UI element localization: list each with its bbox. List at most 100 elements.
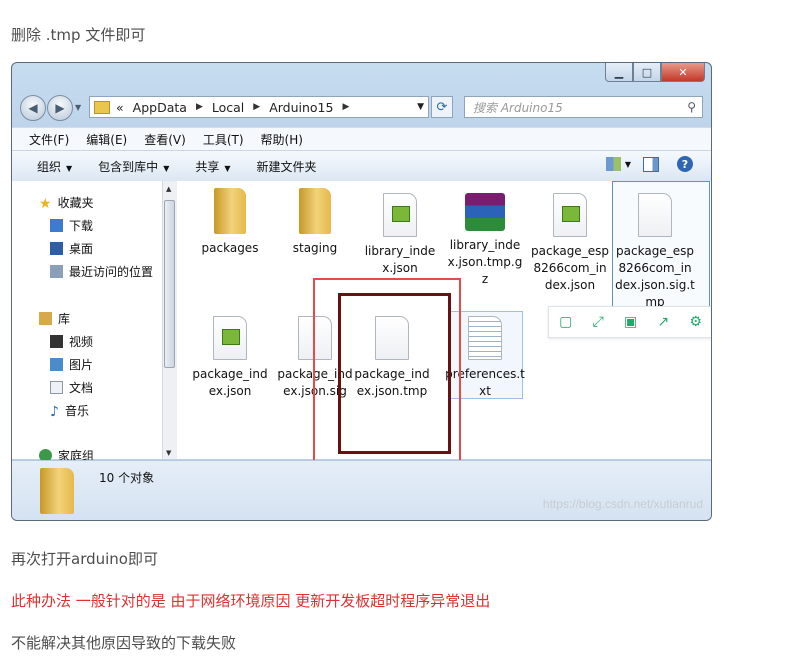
library-icon (39, 312, 52, 325)
blank-file-icon (638, 193, 672, 237)
nav-favorites[interactable]: ★ 收藏夹 (39, 194, 94, 212)
nav-videos[interactable]: 视频 (50, 333, 93, 350)
search-placeholder: 搜索 Arduino15 (473, 100, 563, 115)
item-count: 10 个对象 (99, 471, 155, 485)
nav-pictures[interactable]: 图片 (50, 356, 93, 373)
watermark: https://blog.csdn.net/xutianrud (542, 497, 703, 511)
refresh-icon: ⟳ (436, 99, 448, 115)
file-name: package_esp8266com_index.json.sig.tmp (615, 244, 695, 309)
nav-label: 下载 (69, 219, 94, 233)
download-icon (50, 219, 63, 232)
nav-label: 收藏夹 (57, 196, 94, 210)
caret-down-icon: ▼ (224, 163, 231, 173)
nav-label: 文档 (69, 381, 94, 395)
address-segment-local[interactable]: Local (212, 100, 244, 115)
nav-label: 桌面 (69, 242, 94, 256)
star-icon: ★ (39, 196, 52, 212)
recent-places-icon (50, 265, 63, 278)
red-note-text: 此种办法 一般针对的是 由于网络环境原因 更新开发板超时程序异常退出 (11, 592, 491, 610)
new-folder-button[interactable]: 新建文件夹 (257, 158, 317, 175)
include-library-label: 包含到库中 (98, 159, 159, 174)
chevron-down-icon[interactable]: ▼ (417, 102, 424, 112)
caret-down-icon: ▼ (66, 163, 73, 173)
caret-down-icon[interactable]: ▼ (625, 160, 631, 169)
menu-help[interactable]: 帮助(H) (261, 131, 303, 148)
chevron-right-icon[interactable]: ▶ (253, 102, 260, 112)
window-controls: ▁ □ ✕ (605, 63, 705, 82)
menu-bar: 文件(F) 编辑(E) 查看(V) 工具(T) 帮助(H) (12, 127, 711, 150)
details-pane: 10 个对象 https://blog.csdn.net/xutianrud (12, 460, 711, 520)
address-segment-appdata[interactable]: AppData (133, 100, 187, 115)
address-chevron[interactable]: « (116, 100, 124, 115)
search-input[interactable]: 搜索 Arduino15 ⚲ (464, 96, 703, 118)
include-in-library-button[interactable]: 包含到库中 ▼ (98, 158, 169, 175)
document-icon (50, 381, 63, 394)
nav-libraries[interactable]: 库 (39, 310, 70, 327)
menu-file[interactable]: 文件(F) (29, 131, 69, 148)
scroll-thumb[interactable] (164, 200, 175, 368)
share-label: 共享 (195, 159, 220, 174)
file-name: packages (201, 241, 259, 255)
share-button[interactable]: 共享 ▼ (195, 158, 230, 175)
nav-desktop[interactable]: 桌面 (50, 240, 93, 257)
last-text: 不能解决其他原因导致的下载失败 (11, 634, 237, 652)
history-nav: ◀ ▶ ▼ (20, 95, 81, 121)
close-button[interactable]: ✕ (661, 63, 705, 82)
navigation-pane: ★ 收藏夹 下载 桌面 最近访问的位置 库 视频 图片 文档 ♪ 音乐 家庭组 (12, 181, 162, 463)
share-icon[interactable]: ↗ (657, 314, 669, 330)
address-bar[interactable]: « AppData ▶ Local ▶ Arduino15 ▶ ▼ (89, 96, 429, 118)
folder-icon (94, 100, 110, 114)
caret-down-icon: ▼ (163, 163, 170, 173)
file-name: package_esp8266com_index.json (531, 244, 609, 292)
nav-label: 库 (58, 312, 71, 326)
json-file-icon (383, 193, 417, 237)
expand-icon[interactable]: ⤢ (593, 314, 604, 330)
file-item-selected[interactable]: package_esp8266com_index.json.sig.tmp (615, 193, 695, 311)
file-name: package_index.json (192, 367, 268, 398)
nav-downloads[interactable]: 下载 (50, 217, 93, 234)
view-mode-icon[interactable] (605, 157, 621, 171)
file-item[interactable]: package_index.json (190, 316, 270, 400)
chevron-right-icon[interactable]: ▶ (196, 102, 203, 112)
scroll-down-icon[interactable]: ▼ (166, 449, 171, 457)
folder-icon (214, 188, 246, 234)
gear-icon[interactable]: ⚙ (689, 314, 702, 330)
nav-music[interactable]: ♪ 音乐 (50, 402, 89, 420)
menu-edit[interactable]: 编辑(E) (86, 131, 127, 148)
arrow-left-icon: ◀ (28, 101, 38, 115)
search-icon[interactable]: ⚲ (687, 100, 696, 114)
menu-tools[interactable]: 工具(T) (203, 131, 244, 148)
copy-icon[interactable]: ▢ (559, 314, 572, 330)
maximize-button[interactable]: □ (633, 63, 661, 82)
folder-icon (299, 188, 331, 234)
back-button[interactable]: ◀ (20, 95, 46, 121)
nav-documents[interactable]: 文档 (50, 379, 93, 396)
organize-button[interactable]: 组织 ▼ (37, 158, 72, 175)
refresh-button[interactable]: ⟳ (431, 96, 453, 118)
help-icon[interactable]: ? (677, 156, 693, 172)
after-text: 再次打开arduino即可 (11, 550, 158, 568)
history-dropdown-icon[interactable]: ▼ (75, 103, 81, 121)
file-item[interactable]: library_index.json.tmp.gz (445, 193, 525, 288)
file-item[interactable]: package_esp8266com_index.json (530, 193, 610, 294)
file-item[interactable]: packages (190, 188, 270, 257)
chevron-right-icon[interactable]: ▶ (342, 102, 349, 112)
winrar-archive-icon (465, 193, 505, 231)
minimize-button[interactable]: ▁ (605, 63, 633, 82)
nav-recent[interactable]: 最近访问的位置 (50, 263, 153, 280)
file-name: staging (292, 241, 338, 255)
nav-label: 视频 (69, 335, 94, 349)
menu-view[interactable]: 查看(V) (144, 131, 186, 148)
command-bar: 组织 ▼ 包含到库中 ▼ 共享 ▼ 新建文件夹 ▼ ? (12, 150, 711, 182)
address-segment-arduino15[interactable]: Arduino15 (269, 100, 333, 115)
file-item[interactable]: library_index.json (360, 193, 440, 277)
forward-button[interactable]: ▶ (47, 95, 73, 121)
preview-pane-icon[interactable] (643, 156, 659, 172)
save-icon[interactable]: ▣ (624, 314, 637, 330)
nav-label: 最近访问的位置 (69, 265, 154, 279)
nav-scrollbar[interactable]: ▲ ▼ (162, 181, 177, 459)
file-item[interactable]: staging (275, 188, 355, 257)
music-note-icon: ♪ (50, 404, 59, 420)
explorer-window: ▁ □ ✕ ◀ ▶ ▼ « AppData ▶ Local ▶ Arduino1… (11, 62, 712, 521)
scroll-up-icon[interactable]: ▲ (166, 185, 171, 193)
